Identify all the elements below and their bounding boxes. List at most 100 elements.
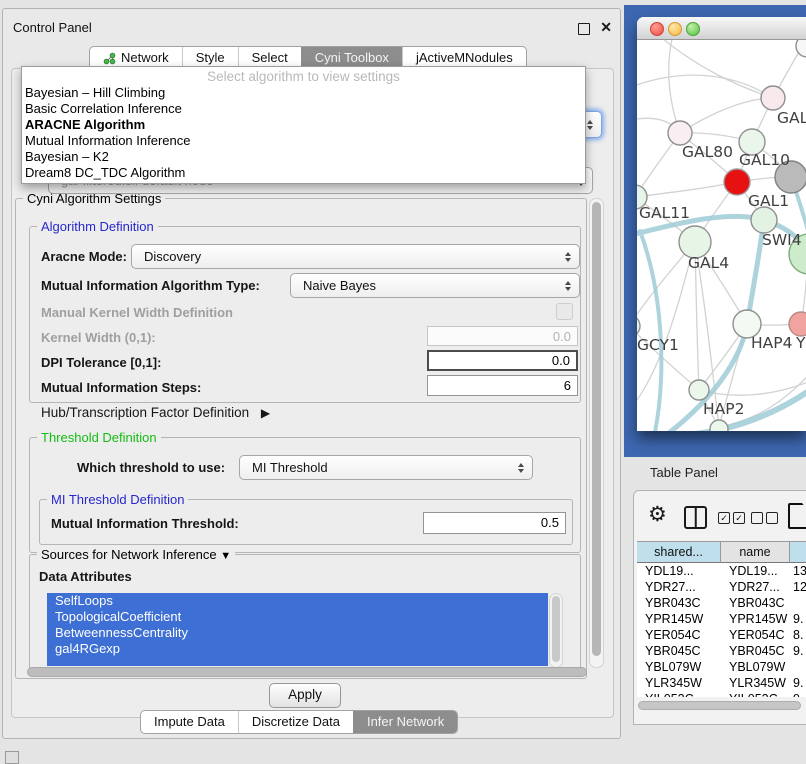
mi-threshold-label: Mutual Information Threshold: <box>51 516 239 531</box>
node-label: HAP4 <box>751 334 792 352</box>
attribute-item-selected[interactable]: gal4RGexp <box>47 641 548 657</box>
control-panel-window: Control Panel ✕ Network Style Select Cyn… <box>2 8 621 739</box>
export-table-icon[interactable] <box>788 503 806 529</box>
network-canvas[interactable]: GAL GAL80 GAL10 GAL1 GAL11 SWI4 GAL4 GCY… <box>637 40 806 431</box>
columns-icon[interactable] <box>684 506 707 529</box>
attributes-vertical-scrollbar[interactable] <box>549 593 563 668</box>
node-label: GAL10 <box>739 151 790 169</box>
which-threshold-combo[interactable]: MI Threshold <box>239 455 533 480</box>
aracne-mode-combo[interactable]: Discovery <box>131 244 580 269</box>
dropdown-option[interactable]: Bayesian – Hill Climbing <box>22 85 585 101</box>
combo-arrows-icon <box>518 463 524 473</box>
table-row[interactable]: YDL19... YDL19... 13 <box>637 563 806 579</box>
node-label: HAP2 <box>703 400 744 418</box>
attribute-item-selected[interactable]: BetweennessCentrality <box>47 625 548 641</box>
table-row[interactable]: YBL079W YBL079W <box>637 659 806 675</box>
settings-horizontal-scrollbar[interactable] <box>25 666 591 678</box>
column-header-name[interactable]: name <box>721 541 790 563</box>
column-header-shared-name[interactable]: shared... <box>637 541 721 563</box>
node-hap2[interactable] <box>689 380 709 400</box>
node-label: GAL <box>777 109 806 127</box>
table-panel-window: ⚙ ✓ ✓ shared... name YDL19... YDL19... 1… <box>633 490 806 725</box>
combo-arrows-icon <box>565 281 571 291</box>
table-row[interactable]: YPR145W YPR145W 9. <box>637 611 806 627</box>
node-label: SWI4 <box>762 231 802 249</box>
attribute-item-selected[interactable]: TopologicalCoefficient <box>47 609 548 625</box>
node-gal1[interactable] <box>724 169 750 195</box>
network-view-window: GAL GAL80 GAL10 GAL1 GAL11 SWI4 GAL4 GCY… <box>637 17 806 431</box>
table-header-row: shared... name <box>637 541 806 563</box>
node-unlabeled-bottom[interactable] <box>710 420 728 431</box>
mac-close-button[interactable] <box>650 22 664 36</box>
attribute-item-selected[interactable]: SelfLoops <box>47 593 548 609</box>
close-icon[interactable]: ✕ <box>600 19 612 36</box>
mac-zoom-button[interactable] <box>686 22 700 36</box>
mi-threshold-field[interactable]: 0.5 <box>423 512 566 534</box>
dpi-tolerance-field[interactable]: 0.0 <box>427 350 578 371</box>
mi-steps-field[interactable]: 6 <box>427 375 578 396</box>
node-gcy1[interactable] <box>637 315 640 337</box>
network-tab-icon <box>103 52 116 65</box>
node-swi4[interactable] <box>751 207 777 233</box>
mac-minimize-button[interactable] <box>668 22 682 36</box>
table-panel-title: Table Panel <box>650 465 718 480</box>
float-window-icon[interactable] <box>578 23 590 35</box>
dropdown-option[interactable]: Mutual Information Inference <box>22 133 585 149</box>
node-salmon[interactable] <box>789 312 806 336</box>
combo-arrows-icon <box>587 120 593 130</box>
tab-discretize-data[interactable]: Discretize Data <box>238 711 353 733</box>
deselect-all-icon[interactable] <box>751 512 778 524</box>
tab-impute-data[interactable]: Impute Data <box>141 711 238 733</box>
window-grip[interactable] <box>5 751 19 764</box>
mi-steps-label: Mutual Information Steps: <box>41 380 201 395</box>
scrollbar-thumb[interactable] <box>592 202 601 656</box>
scrollbar-thumb[interactable] <box>638 701 801 710</box>
select-all-icon[interactable]: ✓ ✓ <box>718 512 745 524</box>
dropdown-option-selected[interactable]: ARACNE Algorithm <box>22 117 585 133</box>
table-row[interactable]: YBR043C YBR043C <box>637 595 806 611</box>
mi-threshold-definition-title: MI Threshold Definition <box>47 492 188 507</box>
network-window-titlebar[interactable] <box>637 17 806 40</box>
table-row[interactable]: YER054C YER054C 8. <box>637 627 806 643</box>
node-label: GAL11 <box>639 204 690 222</box>
table-row[interactable]: YBR045C YBR045C 9. <box>637 643 806 659</box>
settings-vertical-scrollbar[interactable] <box>589 198 604 668</box>
table-horizontal-scrollbar[interactable] <box>637 700 804 711</box>
table-row[interactable]: YLR345W YLR345W 9. <box>637 675 806 691</box>
dropdown-prompt: Select algorithm to view settings <box>22 67 585 85</box>
expanded-arrow-icon: ▼ <box>220 550 231 562</box>
threshold-definition-title: Threshold Definition <box>37 430 161 445</box>
dropdown-option[interactable]: Bayesian – K2 <box>22 149 585 165</box>
sources-group-title[interactable]: Sources for Network Inference ▼ <box>37 547 235 562</box>
manual-kernel-width-checkbox[interactable] <box>556 303 573 320</box>
scrollbar-thumb[interactable] <box>552 596 560 662</box>
table-row[interactable]: YIL052C YIL052C 9. <box>637 691 806 697</box>
column-header-clipped[interactable] <box>790 541 806 563</box>
data-attributes-label: Data Attributes <box>39 569 132 584</box>
combo-arrows-icon <box>565 252 571 262</box>
mi-algorithm-type-label: Mutual Information Algorithm Type: <box>41 278 260 293</box>
scrollbar-thumb[interactable] <box>27 667 587 677</box>
aracne-mode-value: Discovery <box>144 245 201 268</box>
algorithm-definition-title: Algorithm Definition <box>37 219 158 234</box>
kernel-width-field[interactable]: 0.0 <box>427 326 578 346</box>
control-panel-title: Control Panel <box>13 20 92 35</box>
dropdown-option[interactable]: Dream8 DC_TDC Algorithm <box>22 165 585 181</box>
hub-definition-toggle[interactable]: Hub/Transcription Factor Definition ▶ <box>41 405 270 420</box>
apply-button[interactable]: Apply <box>269 683 341 708</box>
which-threshold-label: Which threshold to use: <box>77 460 225 475</box>
table-body[interactable]: YDL19... YDL19... 13 YDR27... YDR27... 1… <box>637 563 806 697</box>
mode-tabbar: Impute Data Discretize Data Infer Networ… <box>140 710 458 734</box>
node-gal-partial[interactable] <box>761 86 785 110</box>
dropdown-option[interactable]: Basic Correlation Inference <box>22 101 585 117</box>
data-attributes-list[interactable]: SelfLoops TopologicalCoefficient Between… <box>47 593 548 666</box>
mi-algorithm-type-combo[interactable]: Naive Bayes <box>290 273 580 298</box>
dpi-tolerance-label: DPI Tolerance [0,1]: <box>41 355 161 370</box>
table-row[interactable]: YDR27... YDR27... 12 <box>637 579 806 595</box>
gear-icon[interactable]: ⚙ <box>648 504 667 526</box>
node-label: GAL80 <box>682 143 733 161</box>
node-label: GAL1 <box>748 192 789 210</box>
algorithm-dropdown-list: Select algorithm to view settings Bayesi… <box>21 66 586 184</box>
tab-infer-network[interactable]: Infer Network <box>353 711 457 733</box>
node-gal80[interactable] <box>668 121 692 145</box>
